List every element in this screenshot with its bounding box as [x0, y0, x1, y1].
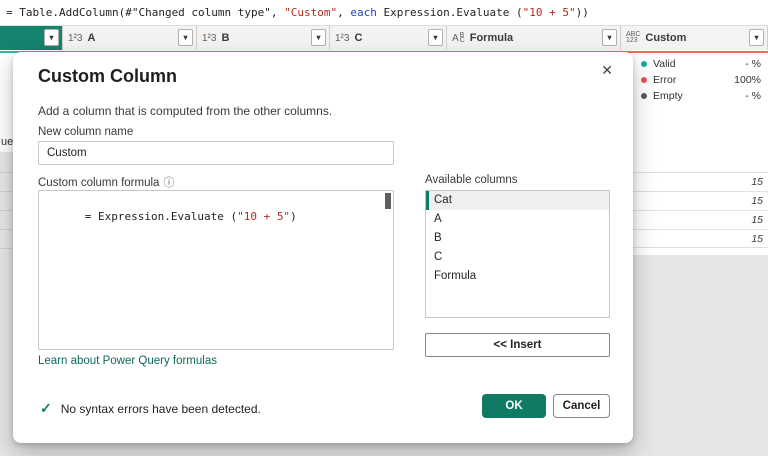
table-row[interactable]: 15	[633, 229, 768, 248]
row-divider	[0, 210, 13, 211]
formula-text: = Table.AddColumn(#"Changed column type"…	[6, 6, 589, 19]
filter-dropdown-icon[interactable]: ▾	[428, 29, 443, 46]
list-item-formula[interactable]: Formula	[426, 267, 609, 286]
info-icon[interactable]: ⓘ	[163, 177, 174, 189]
column-quality-bar-error	[621, 50, 768, 53]
available-columns-list: Cat A B C Formula	[425, 190, 610, 318]
list-item-c[interactable]: C	[426, 248, 609, 267]
row-divider	[0, 248, 13, 249]
insert-button[interactable]: << Insert	[425, 333, 610, 357]
close-icon[interactable]: ✕	[597, 60, 617, 81]
new-column-name-input[interactable]	[38, 141, 394, 165]
syntax-status: ✓ No syntax errors have been detected.	[40, 400, 261, 417]
table-cell-fragment: ue	[1, 136, 14, 148]
column-header-formula[interactable]: ABC Formula ▾	[447, 26, 621, 50]
scrollbar-thumb[interactable]	[385, 193, 391, 209]
any-type-icon: ABC 123	[626, 31, 641, 44]
table-row[interactable]: 15	[633, 172, 768, 191]
quality-valid-row: Valid - %	[637, 56, 765, 72]
column-header-cat[interactable]: ▾	[0, 26, 63, 50]
new-column-name-label: New column name	[38, 126, 134, 138]
whole-number-type-icon: 1²3	[68, 32, 83, 44]
filter-dropdown-icon[interactable]: ▾	[749, 29, 764, 46]
whole-number-type-icon: 1²3	[202, 32, 217, 44]
power-query-editor: = Table.AddColumn(#"Changed column type"…	[0, 0, 768, 456]
filter-dropdown-icon[interactable]: ▾	[602, 29, 617, 46]
column-header-custom[interactable]: ABC 123 Custom ▾	[621, 26, 768, 50]
row-divider	[0, 229, 13, 230]
custom-column-values: 15 15 15 15	[633, 172, 768, 248]
available-columns-label: Available columns	[425, 174, 518, 186]
formula-bar[interactable]: = Table.AddColumn(#"Changed column type"…	[0, 0, 768, 26]
filter-dropdown-icon[interactable]: ▾	[178, 29, 193, 46]
column-header-a[interactable]: 1²3 A ▾	[63, 26, 197, 50]
filter-dropdown-icon[interactable]: ▾	[311, 29, 326, 46]
table-row[interactable]: 15	[633, 191, 768, 210]
error-dot-icon	[641, 77, 647, 83]
text-type-icon: ABC	[452, 32, 465, 44]
row-divider	[0, 191, 13, 192]
filter-dropdown-icon[interactable]: ▾	[44, 29, 59, 46]
custom-formula-editor[interactable]: = Expression.Evaluate ("10 + 5")	[38, 190, 394, 350]
quality-empty-row: Empty - %	[637, 88, 765, 104]
ok-button[interactable]: OK	[482, 394, 546, 418]
cancel-button[interactable]: Cancel	[553, 394, 610, 418]
list-item-cat[interactable]: Cat	[426, 191, 609, 210]
dialog-title: Custom Column	[38, 66, 177, 86]
row-divider	[0, 172, 13, 173]
selected-column-rows	[0, 152, 13, 255]
list-item-b[interactable]: B	[426, 229, 609, 248]
valid-dot-icon	[641, 61, 647, 67]
column-quality-card: Valid - % Error 100% Empty - %	[637, 56, 765, 104]
whole-number-type-icon: 1²3	[335, 32, 350, 44]
dialog-subtitle: Add a column that is computed from the o…	[38, 104, 333, 118]
column-header-c[interactable]: 1²3 C ▾	[330, 26, 447, 50]
list-item-a[interactable]: A	[426, 210, 609, 229]
column-header-b[interactable]: 1²3 B ▾	[197, 26, 330, 50]
check-icon: ✓	[40, 400, 52, 416]
formula-label: Custom column formula ⓘ	[38, 177, 175, 189]
table-header-row: ▾ 1²3 A ▾ 1²3 B ▾ 1²3 C ▾ ABC Formula ▾ …	[0, 26, 768, 50]
status-text: No syntax errors have been detected.	[60, 401, 261, 416]
empty-dot-icon	[641, 93, 647, 99]
learn-formulas-link[interactable]: Learn about Power Query formulas	[38, 355, 217, 367]
quality-error-row: Error 100%	[637, 72, 765, 88]
custom-column-dialog: ✕ Custom Column Add a column that is com…	[13, 52, 633, 443]
custom-column-preview: Valid - % Error 100% Empty - % 15 15 15 …	[633, 53, 768, 255]
table-row[interactable]: 15	[633, 210, 768, 229]
